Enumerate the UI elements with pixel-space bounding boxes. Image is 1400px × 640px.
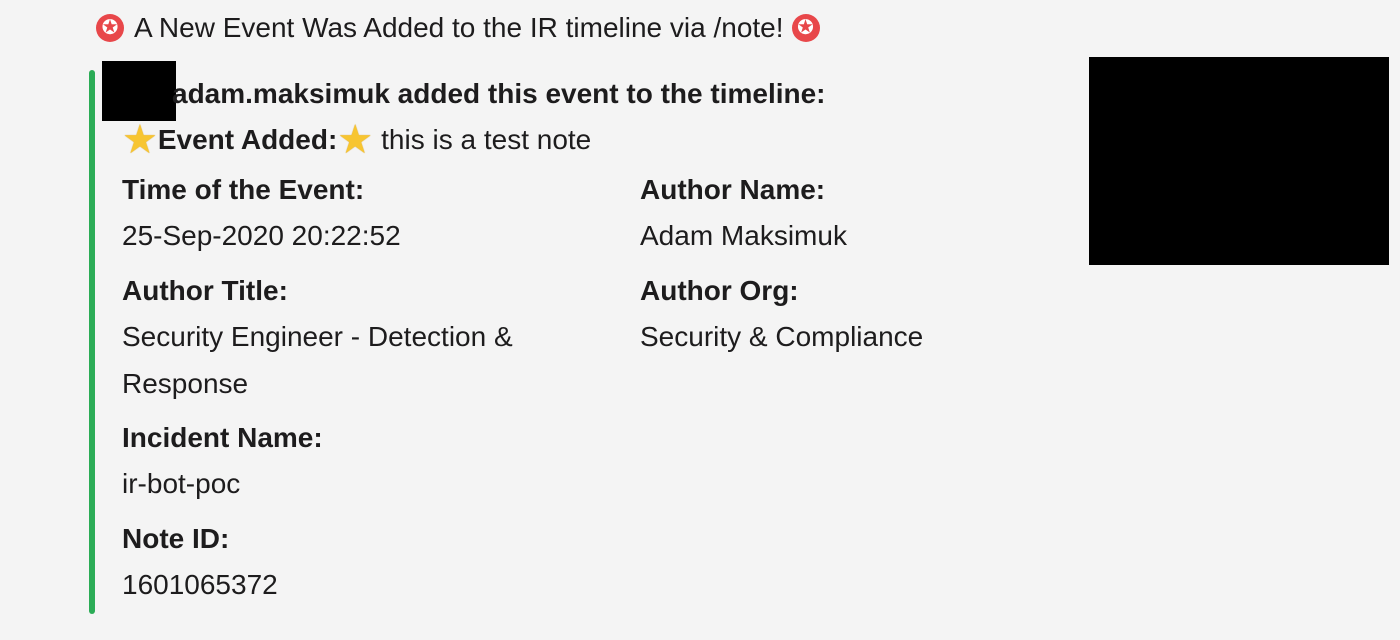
star-icon: ★ xyxy=(122,118,158,162)
shield-badge-icon: ✪ xyxy=(791,14,820,42)
star-icon: ★ xyxy=(337,118,374,162)
header-title: A New Event Was Added to the IR timeline… xyxy=(134,12,784,43)
field-value-note-id: 1601065372 xyxy=(122,569,278,600)
field-value-incident-name: ir-bot-poc xyxy=(122,468,241,499)
event-added-label: Event Added: xyxy=(157,124,338,155)
field-title-author-title: Author Title: xyxy=(122,275,288,306)
field-value-time-of-event: 25-Sep-2020 20:22:52 xyxy=(122,220,401,251)
event-added-text: this is a test note xyxy=(381,124,592,155)
shield-badge-icon: ✪ xyxy=(96,14,124,42)
attachment-color-bar xyxy=(89,70,95,614)
field-value-author-title: Security Engineer - Detection & Response xyxy=(122,321,513,399)
field-title-author-name: Author Name: xyxy=(640,174,826,205)
field-title-author-org: Author Org: xyxy=(640,275,799,306)
redacted-avatar xyxy=(102,61,176,121)
field-value-author-name: Adam Maksimuk xyxy=(640,220,847,251)
redacted-image xyxy=(1089,57,1389,265)
field-title-time-of-event: Time of the Event: xyxy=(122,174,365,205)
field-title-note-id: Note ID: xyxy=(122,523,230,554)
message-header: ✪ A New Event Was Added to the IR timeli… xyxy=(96,12,820,44)
event-added-line: ★ Event Added: ★ this is a test note xyxy=(122,120,591,160)
field-value-author-org: Security & Compliance xyxy=(640,321,924,352)
author-line: adam.maksimuk added this event to the ti… xyxy=(172,78,826,109)
field-title-incident-name: Incident Name: xyxy=(122,422,323,453)
